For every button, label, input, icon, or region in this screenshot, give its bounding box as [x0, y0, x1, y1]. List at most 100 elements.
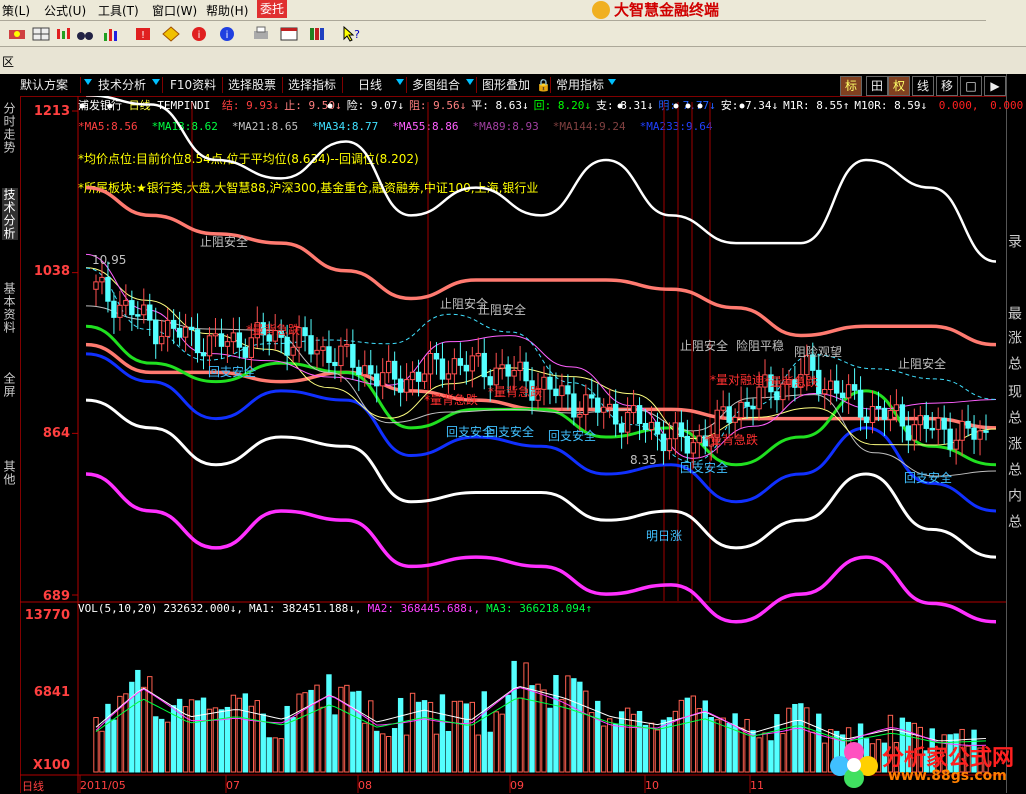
candle-body	[738, 401, 744, 418]
band-line-white-low	[85, 398, 997, 559]
info-blue-icon[interactable]: i	[216, 24, 238, 44]
tab-separator	[476, 77, 477, 93]
info-red-icon[interactable]: i	[188, 24, 210, 44]
btn-next[interactable]: ▶	[984, 76, 1006, 96]
volume-bar	[194, 700, 201, 773]
menu-window[interactable]: 窗口(W)	[152, 2, 197, 19]
candle-body	[732, 416, 738, 423]
diamond-icon[interactable]	[160, 24, 182, 44]
vtab-fundamentals[interactable]: 基本资料	[2, 282, 18, 334]
volume-bar	[762, 732, 768, 773]
volume-bar	[696, 708, 702, 773]
x-axis-label: 10	[645, 779, 659, 792]
btn-window[interactable]: □	[960, 76, 982, 96]
svg-text:!: !	[141, 30, 145, 41]
quote-icon[interactable]	[6, 24, 28, 44]
menu-strategy[interactable]: 策(L)	[2, 2, 30, 19]
signal-dot	[673, 103, 679, 109]
vtab-other[interactable]: 其他	[2, 460, 18, 486]
dropdown-arrow-icon[interactable]	[608, 79, 616, 85]
menu-help[interactable]: 帮助(H)	[206, 2, 248, 19]
candle-body	[153, 319, 159, 345]
volume-bar	[415, 701, 422, 773]
grid-icon[interactable]	[30, 24, 52, 44]
candle-body	[905, 425, 912, 441]
kline-icon[interactable]	[52, 24, 74, 44]
volume-bar	[583, 690, 589, 773]
menu-trade[interactable]: 委托	[257, 0, 288, 18]
candle-body	[875, 405, 882, 409]
tab-select-stock[interactable]: 选择股票	[228, 76, 276, 94]
menu-bar: 策(L) 公式(U) 工具(T) 窗口(W) 帮助(H) 委托 大智慧金融终端	[0, 0, 1026, 21]
candle-body	[212, 333, 219, 337]
tab-overlay[interactable]: 图形叠加	[482, 76, 530, 94]
lock-icon[interactable]: 🔒	[536, 76, 551, 94]
volume-bar	[768, 740, 774, 773]
chart-annotation: 止阻安全	[680, 338, 728, 353]
books-icon[interactable]	[306, 24, 328, 44]
btn-line[interactable]: 线	[912, 76, 934, 96]
vtab-tech-analysis[interactable]: 技术分析	[2, 188, 18, 240]
tab-select-indicator[interactable]: 选择指标	[288, 76, 336, 94]
binoculars-icon[interactable]	[74, 24, 96, 44]
candle-body	[332, 361, 338, 367]
candle-body	[953, 439, 959, 450]
volume-bar	[350, 691, 356, 773]
candle-body	[290, 346, 296, 356]
volume-bar	[385, 736, 392, 773]
volume-axis-label: 13770	[24, 608, 70, 623]
volume-bar	[200, 697, 207, 773]
candle-body	[827, 380, 834, 391]
right-panel-char: 总	[1006, 410, 1022, 424]
x-axis-label: 2011/05	[80, 779, 126, 792]
candle-body	[308, 335, 314, 355]
candle-body	[427, 353, 434, 375]
btn-rights[interactable]: 权	[888, 76, 910, 96]
candle-body	[553, 388, 559, 397]
candle-body	[481, 352, 487, 378]
volume-bar	[648, 722, 655, 773]
tab-multi-chart[interactable]: 多图组合	[412, 76, 460, 94]
candle-body	[941, 417, 947, 430]
period-button[interactable]: 日线	[22, 778, 44, 794]
dropdown-arrow-icon[interactable]	[152, 79, 160, 85]
price-chart[interactable]: 止阻安全止阻安全止阻安全止阻安全止阻安全险阻平稳 阻险观望回支安全回支安全回支安全…	[20, 96, 1006, 793]
dropdown-arrow-icon[interactable]	[396, 79, 404, 85]
help-cursor-icon[interactable]: ?	[340, 24, 362, 44]
candle-body	[893, 404, 900, 412]
menu-tools[interactable]: 工具(T)	[98, 2, 139, 19]
tab-common-indicators[interactable]: 常用指标	[556, 76, 604, 94]
tab-daily[interactable]: 日线	[358, 76, 382, 94]
btn-mark[interactable]: 标	[840, 76, 862, 96]
window-icon[interactable]	[278, 24, 300, 44]
print-icon[interactable]	[250, 24, 272, 44]
candle-body	[499, 364, 505, 369]
candle-body	[851, 384, 858, 391]
candle-body	[887, 410, 894, 420]
btn-layout-grid[interactable]: 田	[866, 76, 888, 96]
btn-move[interactable]: 移	[936, 76, 958, 96]
tab-f10[interactable]: F10资料	[170, 76, 216, 94]
vtab-fullscreen[interactable]: 全屏	[2, 372, 18, 398]
tab-tech-analysis[interactable]: 技术分析	[98, 76, 146, 94]
volume-bar	[266, 737, 272, 773]
tab-default-scheme[interactable]: 默认方案	[20, 76, 68, 94]
alert-icon[interactable]: !	[132, 24, 154, 44]
volume-bar	[391, 728, 398, 773]
dropdown-arrow-icon[interactable]	[466, 79, 474, 85]
candle-body	[200, 352, 207, 357]
candle-body	[170, 319, 177, 329]
vtab-intraday[interactable]: 分时走势	[2, 102, 18, 154]
menu-formula[interactable]: 公式(U)	[44, 2, 86, 19]
bars-icon[interactable]	[100, 24, 122, 44]
volume-bar	[433, 733, 440, 773]
candle-body	[368, 365, 374, 375]
candle-body	[523, 361, 529, 382]
dropdown-arrow-icon[interactable]	[84, 79, 92, 85]
candle-body	[457, 358, 464, 366]
candle-body	[224, 341, 231, 347]
volume-header: VOL(5,10,20) 232632.000↓, MA1: 382451.188↓…	[78, 602, 598, 615]
candle-body	[672, 422, 679, 440]
volume-bar	[487, 731, 493, 773]
volume-bar	[380, 733, 386, 773]
